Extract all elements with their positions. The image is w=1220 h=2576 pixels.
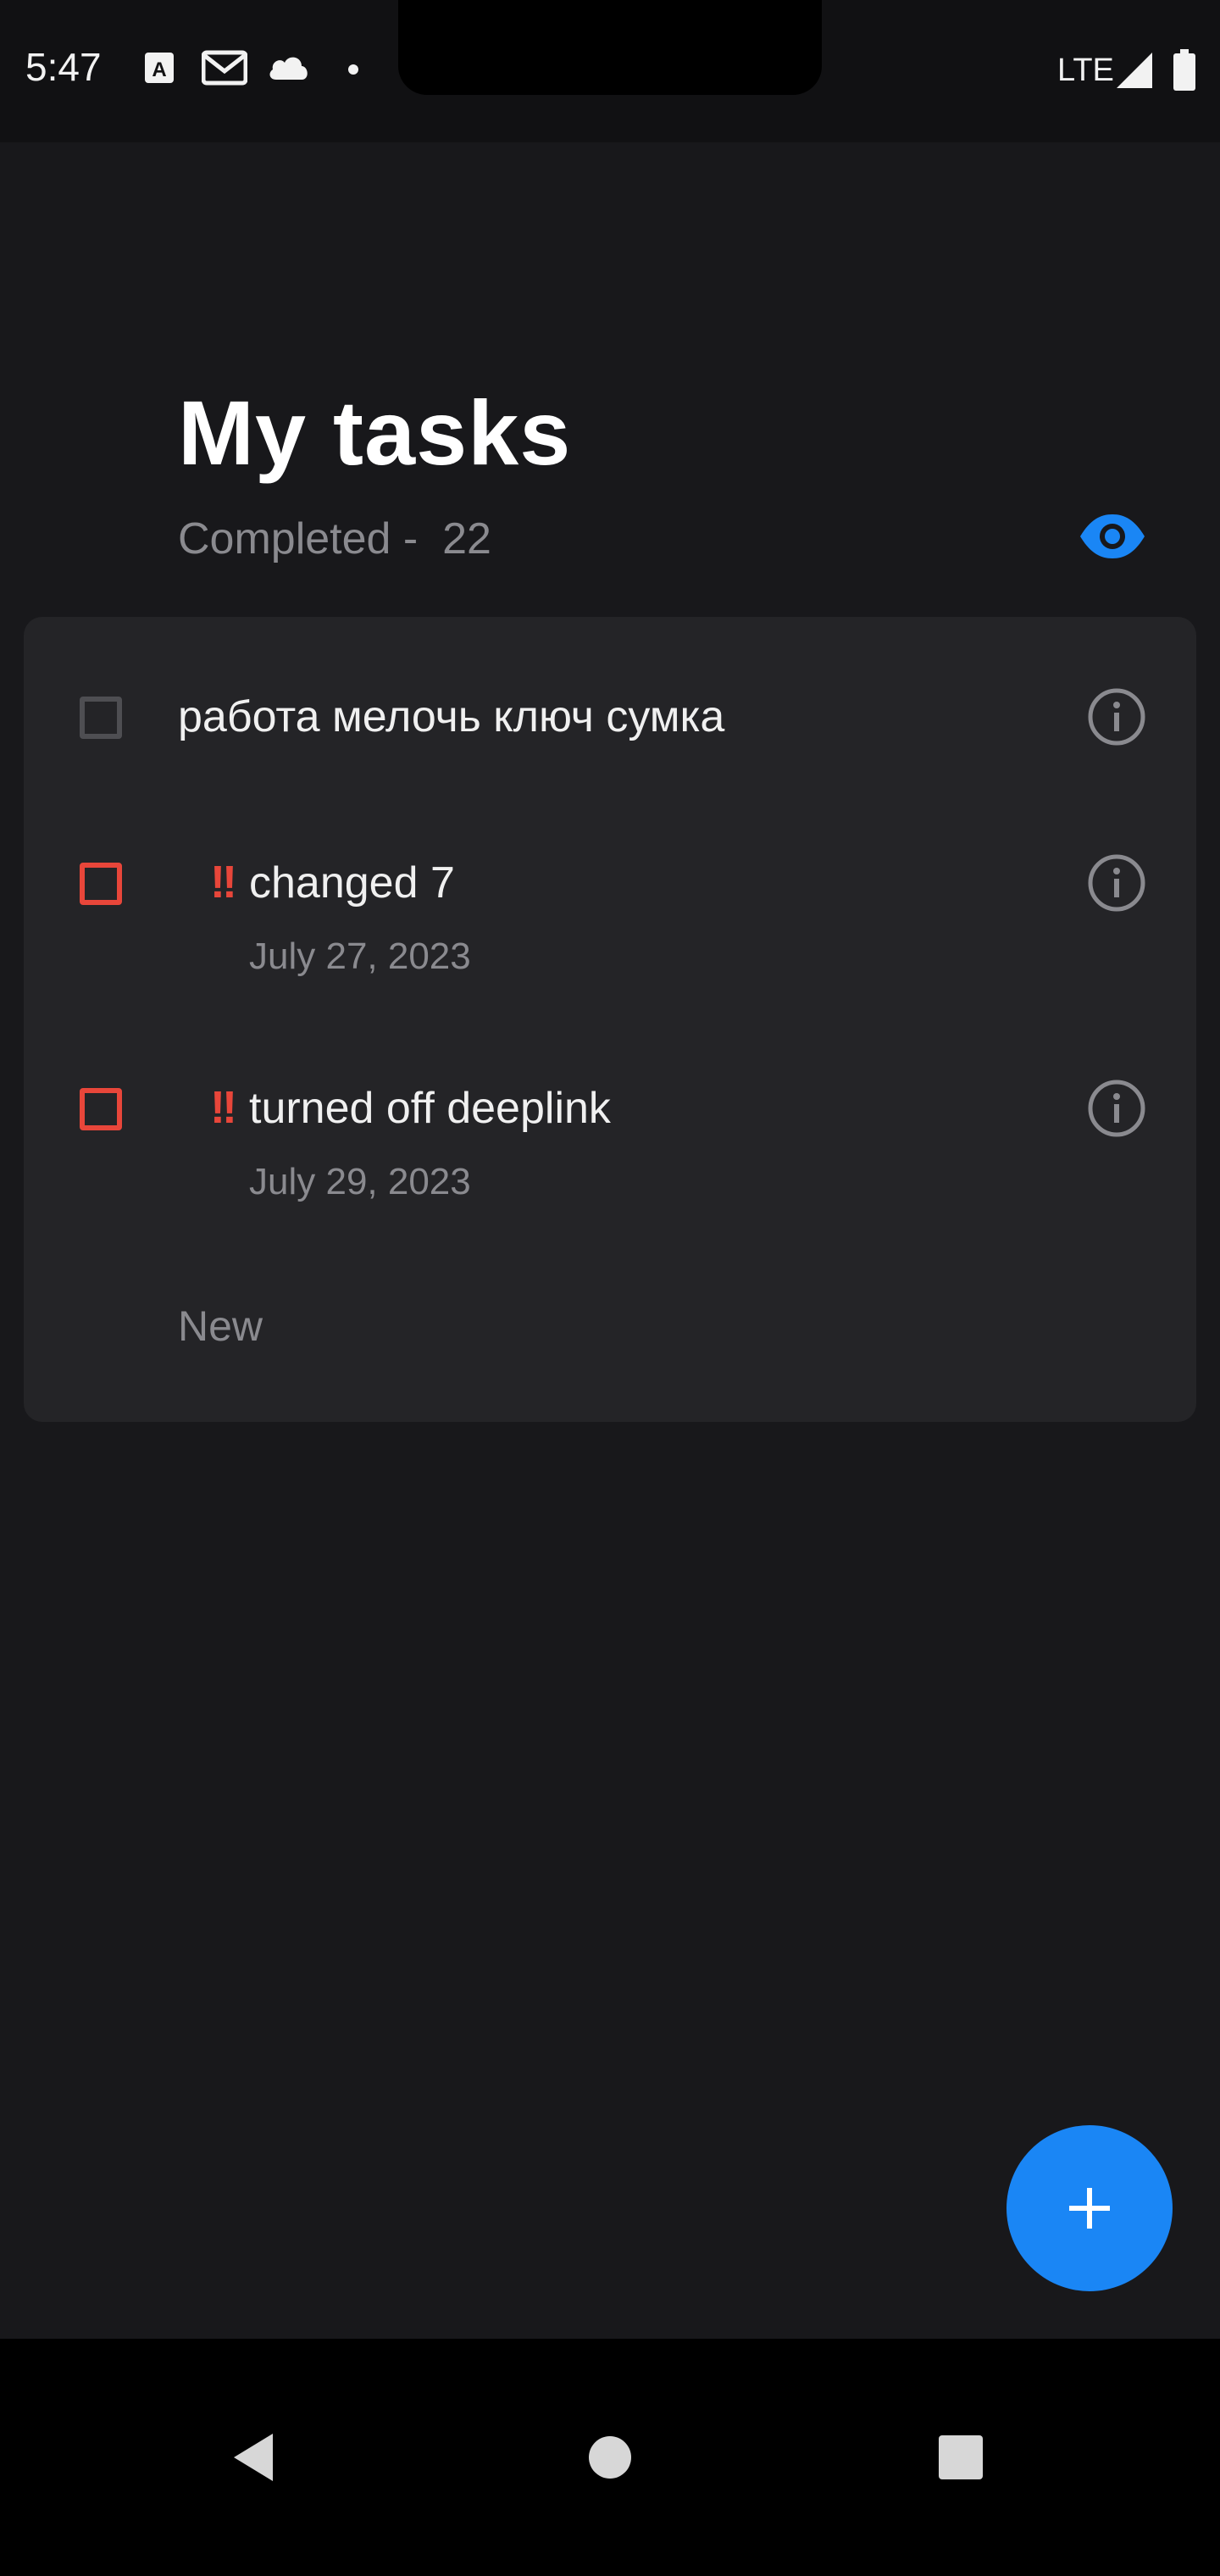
app-screen: 5:47 A LTE My tasks Completed - 22 работ… (0, 0, 1220, 2576)
system-navigation-bar (0, 2339, 1220, 2576)
info-icon (1088, 688, 1145, 746)
status-bar: 5:47 A LTE (0, 0, 1220, 142)
eye-icon (1080, 514, 1145, 558)
task-list-card: работа мелочь ключ сумка !! changed 7 Ju… (24, 617, 1196, 1422)
info-icon (1088, 854, 1145, 912)
plus-icon (1069, 2188, 1110, 2229)
signal-icon (1117, 53, 1152, 88)
task-title: turned off deeplink (249, 1084, 611, 1133)
network-type-label: LTE (1057, 53, 1114, 88)
back-icon (234, 2434, 273, 2481)
completed-label: Completed - (178, 514, 430, 564)
home-icon (589, 2436, 631, 2479)
battery-icon (1173, 49, 1195, 91)
task-info-button[interactable] (1083, 1074, 1151, 1142)
priority-marker: !! (210, 1082, 237, 1133)
page-title: My tasks (178, 381, 572, 484)
task-title: changed 7 (249, 858, 455, 908)
task-title: работа мелочь ключ сумка (178, 692, 725, 741)
recents-icon (939, 2435, 983, 2479)
nav-back-button[interactable] (203, 2407, 305, 2508)
nav-home-button[interactable] (559, 2407, 661, 2508)
task-checkbox[interactable] (80, 697, 122, 739)
task-checkbox[interactable] (80, 863, 122, 905)
completed-summary: Completed - 22 (178, 514, 491, 564)
toggle-completed-visibility-button[interactable] (1076, 500, 1149, 573)
gmail-icon (202, 50, 247, 86)
task-info-button[interactable] (1083, 849, 1151, 917)
add-task-button[interactable] (1006, 2125, 1173, 2291)
nav-recents-button[interactable] (910, 2407, 1012, 2508)
svg-text:A: A (152, 58, 166, 81)
camera-notch (398, 0, 822, 95)
task-checkbox[interactable] (80, 1088, 122, 1130)
new-task-input[interactable]: New (178, 1302, 263, 1351)
cloud-icon (269, 57, 308, 80)
task-due-date: July 29, 2023 (249, 1161, 471, 1202)
task-info-button[interactable] (1083, 683, 1151, 751)
status-time: 5:47 (25, 45, 102, 89)
priority-marker: !! (210, 857, 237, 908)
info-icon (1088, 1080, 1145, 1137)
app-a-icon: A (145, 53, 174, 83)
task-due-date: July 27, 2023 (249, 935, 471, 977)
completed-count: 22 (442, 514, 491, 564)
notification-dot-icon (348, 64, 358, 75)
